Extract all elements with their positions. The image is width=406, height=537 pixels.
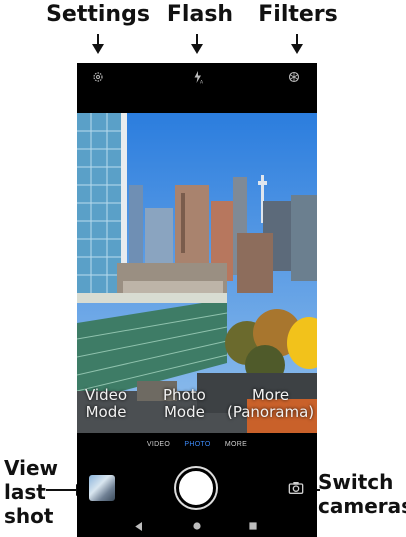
top-bar: A (77, 63, 317, 113)
camera-screen: A Video Mode Photo Mode More (Panorama) … (77, 63, 317, 537)
more-mode-label: More (Panorama) (227, 386, 315, 421)
tab-photo[interactable]: PHOTO (184, 441, 210, 448)
flash-auto-icon[interactable]: A (190, 69, 206, 85)
switch-cameras-annotation: Switch cameras (318, 470, 406, 518)
filters-annotation: Filters (258, 2, 338, 27)
shutter-button[interactable] (176, 468, 216, 508)
mode-tabs: VIDEO PHOTO MORE (77, 441, 317, 448)
home-icon[interactable] (191, 520, 203, 532)
settings-arrow (92, 34, 104, 54)
camera-switch-icon[interactable] (288, 481, 304, 495)
photo-mode-label: Photo Mode (163, 386, 206, 421)
filters-arrow (291, 34, 303, 54)
camera-controls: VIDEO PHOTO MORE (77, 433, 317, 537)
recents-icon[interactable] (247, 520, 259, 532)
flash-annotation: Flash (166, 2, 234, 27)
view-last-shot-annotation: View last shot (4, 456, 59, 528)
scene-photo (77, 113, 317, 433)
last-shot-thumbnail[interactable] (89, 475, 115, 501)
viewfinder[interactable]: Video Mode Photo Mode More (Panorama) (77, 113, 317, 433)
back-icon[interactable] (133, 520, 145, 532)
system-nav-bar (77, 515, 317, 537)
gear-icon[interactable] (90, 69, 106, 85)
tab-video[interactable]: VIDEO (147, 441, 170, 448)
svg-text:A: A (200, 80, 204, 85)
video-mode-label: Video Mode (85, 386, 128, 421)
filters-icon[interactable] (286, 69, 302, 85)
tab-more[interactable]: MORE (225, 441, 247, 448)
flash-arrow (191, 34, 203, 54)
